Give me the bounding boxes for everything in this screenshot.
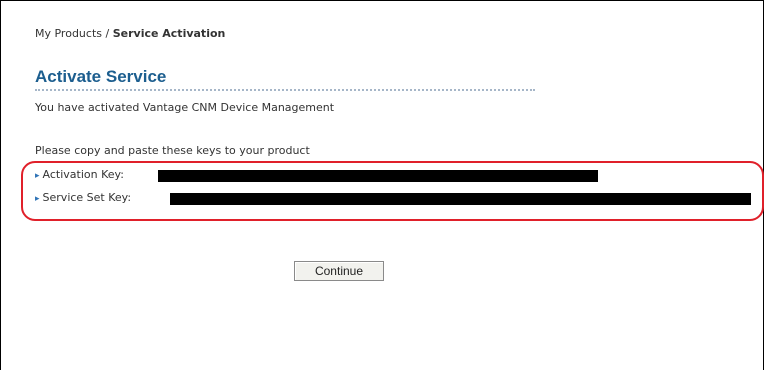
breadcrumb-current: Service Activation bbox=[112, 27, 226, 40]
breadcrumb-separator: / bbox=[105, 27, 110, 40]
activation-key-value-redacted bbox=[158, 170, 598, 182]
title-divider bbox=[35, 89, 535, 91]
service-set-key-row: ▸ Service Set Key: bbox=[35, 191, 131, 205]
continue-button[interactable]: Continue bbox=[294, 261, 384, 281]
activation-key-label: Activation Key: bbox=[42, 168, 124, 181]
breadcrumb-parent[interactable]: My Products bbox=[35, 27, 102, 40]
activation-message: You have activated Vantage CNM Device Ma… bbox=[35, 101, 335, 114]
activation-key-row: ▸ Activation Key: bbox=[35, 168, 124, 182]
page-title: Activate Service bbox=[35, 67, 167, 86]
service-set-key-label: Service Set Key: bbox=[42, 191, 132, 204]
arrow-bullet-icon: ▸ bbox=[35, 194, 40, 204]
breadcrumb: My Products / Service Activation bbox=[35, 27, 225, 40]
arrow-bullet-icon: ▸ bbox=[35, 171, 40, 181]
service-set-key-value-redacted bbox=[170, 193, 751, 205]
copy-instruction: Please copy and paste these keys to your… bbox=[35, 144, 310, 157]
